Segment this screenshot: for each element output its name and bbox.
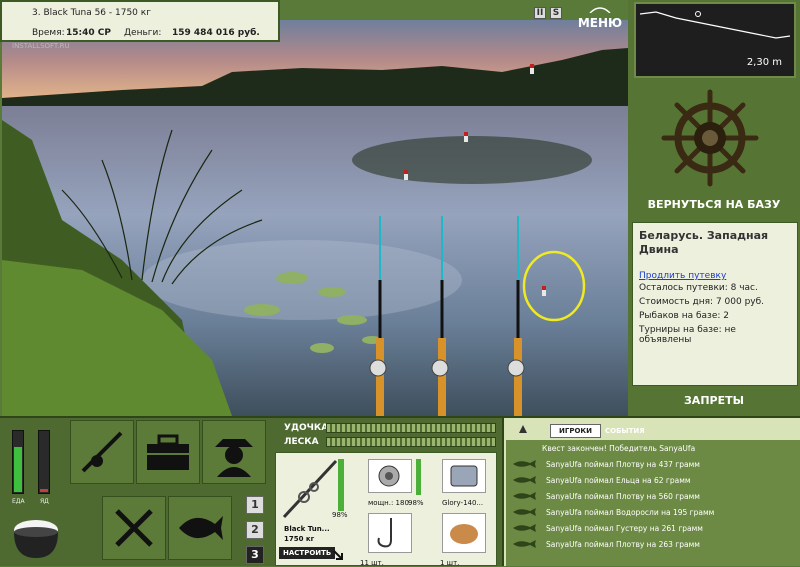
message-text: SanyaUfa поймал Плотву на 437 грамм	[546, 459, 700, 469]
player-info-panel: 3. Black Tuna 56 - 1750 кг Время: 15:40 …	[0, 0, 280, 42]
fish-icon	[513, 460, 536, 468]
tab-players[interactable]: ИГРОКИ	[550, 424, 601, 438]
message-text: SanyaUfa поймал Плотву на 263 грамм	[546, 539, 700, 549]
list-item: Квест закончен! Победитель SanyaUfa	[506, 440, 800, 456]
rod-image[interactable]	[280, 457, 340, 521]
fishers-count: Рыбаков на базе: 2	[639, 311, 729, 321]
depth-value: 2,30 m	[746, 57, 782, 68]
extend-permit-link[interactable]: Продлить путевку	[639, 271, 791, 281]
menu-label: МЕНЮ	[577, 16, 623, 30]
poison-label: ЯД	[40, 498, 49, 505]
tab-events[interactable]: СОБЫТИЯ	[605, 427, 645, 435]
bans-button[interactable]: ЗАПРЕТЫ	[634, 394, 794, 410]
events-chat-panel: ИГРОКИ СОБЫТИЯ Квест закончен! Победител…	[502, 418, 800, 566]
page-button-1[interactable]: 1	[246, 496, 264, 514]
money-value: 159 484 016 руб.	[172, 28, 260, 38]
list-item: SanyaUfa поймал Густеру на 261 грамм	[506, 520, 800, 536]
list-item: SanyaUfa поймал Плотву на 263 грамм	[506, 536, 800, 552]
float-1	[404, 170, 408, 180]
message-text: SanyaUfa поймал Густеру на 261 грамм	[546, 523, 703, 533]
rod-weight: 1750 кг	[284, 535, 315, 543]
message-text: SanyaUfa поймал Ельца на 62 грамм	[546, 475, 691, 485]
fisherman-icon	[215, 439, 253, 477]
float-3	[530, 64, 534, 74]
message-text: Квест закончен! Победитель SanyaUfa	[542, 443, 696, 453]
list-item: SanyaUfa поймал Плотву на 560 грамм	[506, 488, 800, 504]
kitchen-button[interactable]	[102, 496, 166, 560]
fish-icon	[513, 508, 536, 516]
rods-tool-button[interactable]	[70, 420, 134, 484]
location-name: Беларусь. Западная Двина	[639, 229, 769, 256]
reel-wear-indicator	[416, 459, 421, 495]
line-spool-icon	[450, 465, 478, 487]
food-label: ЕДА	[12, 498, 25, 505]
gear-icon	[589, 7, 611, 14]
player-rank-title: 3. Black Tuna 56 - 1750 кг	[32, 8, 151, 18]
fish-icon	[513, 476, 536, 484]
fish-icon	[513, 524, 536, 532]
poison-meter-fill	[40, 488, 48, 492]
money-label: Деньги:	[124, 28, 162, 38]
fish-icon	[179, 516, 223, 540]
line-name: Glory-140...	[442, 499, 484, 507]
knife-fork-icon	[115, 509, 153, 547]
top-controls: II S	[534, 4, 562, 22]
day-cost: Стоимость дня: 7 000 руб.	[639, 297, 765, 307]
list-item: SanyaUfa поймал Плотву на 437 грамм	[506, 456, 800, 472]
food-meter	[12, 430, 24, 494]
bait-slot[interactable]	[442, 513, 486, 553]
base-info-panel: Беларусь. Западная Двина Продлить путевк…	[632, 222, 798, 386]
sound-button[interactable]: S	[550, 7, 562, 19]
watermark-text: INSTALLSOFT.RU	[12, 42, 70, 50]
rod-wear-indicator	[338, 459, 344, 511]
collapse-arrow-icon[interactable]	[518, 424, 528, 434]
fishing-scene[interactable]	[2, 20, 628, 416]
rod-bar-label: УДОЧКА	[284, 423, 329, 433]
food-meter-fill	[14, 447, 22, 492]
menu-button[interactable]: МЕНЮ	[576, 2, 624, 30]
tackle-box-button[interactable]	[136, 420, 200, 484]
line-bar-label: ЛЕСКА	[284, 437, 319, 447]
rod-name: Black Tun...	[284, 525, 330, 533]
list-item: SanyaUfa поймал Ельца на 62 грамм	[506, 472, 800, 488]
rod-reel-icon	[81, 431, 123, 473]
pause-button[interactable]: II	[534, 7, 546, 19]
permit-remaining: Осталось путевки: 8 час.	[639, 283, 758, 293]
poison-meter	[38, 430, 50, 494]
message-text: SanyaUfa поймал Водоросли на 195 грамм	[546, 507, 715, 517]
tournaments-status: Турниры на базе: не объявлены	[639, 325, 736, 345]
message-text: SanyaUfa поймал Плотву на 560 грамм	[546, 491, 700, 501]
line-slot[interactable]	[442, 459, 486, 493]
reel-power: мощн.: 180	[368, 499, 409, 507]
float-4	[542, 286, 546, 296]
page-button-3[interactable]: 3	[246, 546, 264, 564]
food-pot-icon[interactable]	[8, 508, 64, 560]
list-item: SanyaUfa поймал Водоросли на 195 грамм	[506, 504, 800, 520]
arrow-down-right-icon[interactable]	[332, 549, 344, 561]
line-strength-bar	[326, 437, 496, 447]
chat-messages[interactable]: Квест закончен! Победитель SanyaUfa Sany…	[506, 440, 800, 566]
fish-icon	[513, 540, 536, 548]
reel-pct: 98%	[408, 499, 424, 507]
fisherman-button[interactable]	[202, 420, 266, 484]
rod-pct: 98%	[332, 511, 348, 519]
hook-icon	[377, 518, 392, 548]
return-to-base-button[interactable]: ВЕРНУТЬСЯ НА БАЗУ	[634, 198, 794, 216]
rod-strength-bar	[326, 423, 496, 433]
fish-icon	[513, 492, 536, 500]
ship-wheel-icon[interactable]	[660, 88, 760, 188]
setup-button[interactable]: НАСТРОИТЬ	[279, 547, 336, 559]
reel-icon	[378, 465, 400, 487]
float-2	[464, 132, 468, 142]
hook-slot[interactable]	[368, 513, 412, 553]
time-label: Время:	[32, 28, 65, 38]
depth-minimap[interactable]: 2,30 m	[634, 2, 796, 78]
time-value: 15:40 СР	[66, 28, 111, 38]
bait-icon	[450, 524, 478, 544]
tackle-box-icon	[147, 434, 189, 470]
tackle-panel: 98% Black Tun... 1750 кг НАСТРОИТЬ мощн.…	[275, 452, 497, 567]
reel-slot[interactable]	[368, 459, 412, 493]
page-button-2[interactable]: 2	[246, 521, 264, 539]
fish-catch-button[interactable]	[168, 496, 232, 560]
